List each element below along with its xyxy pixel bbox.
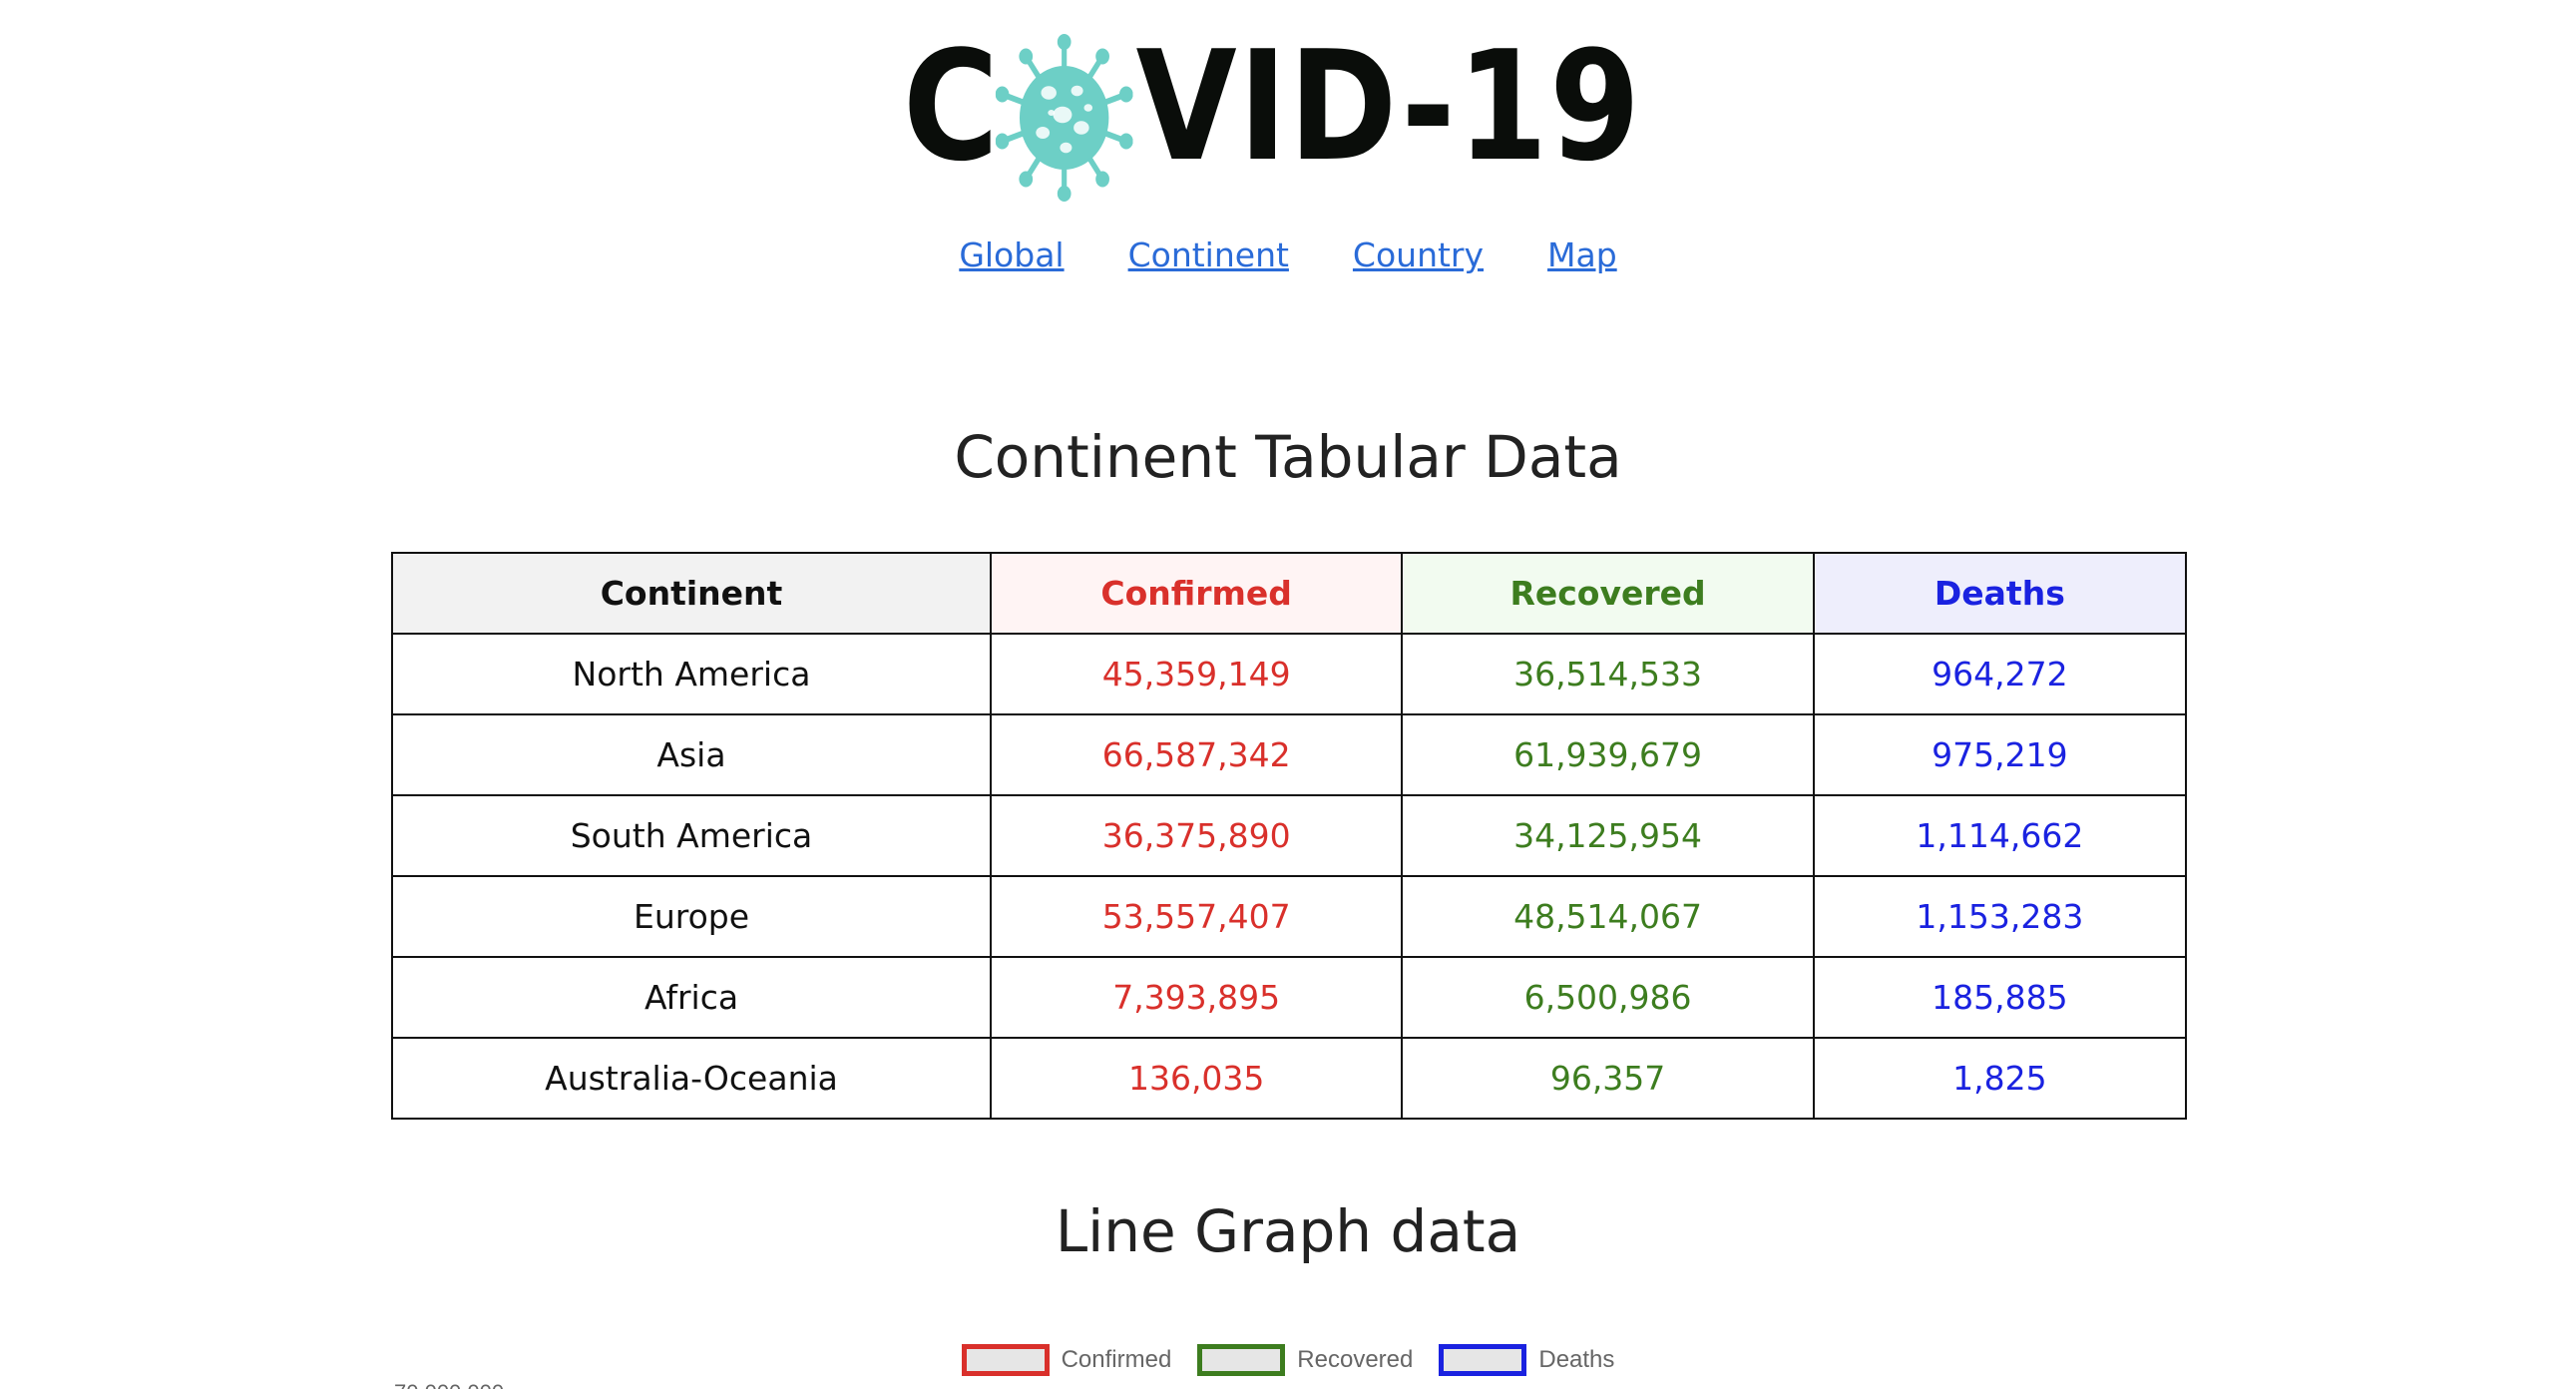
legend-label-deaths: Deaths	[1538, 1346, 1615, 1373]
cell-deaths: 1,153,283	[1812, 875, 2188, 958]
table-header-row: Continent Confirmed Recovered Deaths	[391, 552, 2188, 635]
legend-swatch-recovered	[1197, 1344, 1286, 1376]
cell-confirmed: 66,587,342	[989, 713, 1404, 796]
header-continent: Continent	[391, 552, 992, 635]
chart-legend: Confirmed Recovered Deaths	[0, 1344, 2576, 1376]
nav-link-continent[interactable]: Continent	[1128, 235, 1289, 274]
continent-table: Continent Confirmed Recovered Deaths Nor…	[391, 552, 2188, 1120]
cell-confirmed: 7,393,895	[989, 956, 1404, 1039]
cell-deaths: 975,219	[1812, 713, 2188, 796]
logo-letter-c: C	[903, 18, 1001, 196]
table-row: Africa 7,393,895 6,500,986 185,885	[391, 956, 2188, 1039]
cell-continent: Africa	[391, 956, 992, 1039]
legend-label-recovered: Recovered	[1297, 1346, 1414, 1373]
table-row: Australia-Oceania 136,035 96,357 1,825	[391, 1037, 2188, 1120]
cell-continent: Europe	[391, 875, 992, 958]
cell-continent: North America	[391, 633, 992, 715]
cell-continent: South America	[391, 794, 992, 877]
table-section-title: Continent Tabular Data	[954, 423, 1622, 491]
cell-confirmed: 36,375,890	[989, 794, 1404, 877]
table-row: Europe 53,557,407 48,514,067 1,153,283	[391, 875, 2188, 958]
cell-confirmed: 53,557,407	[989, 875, 1404, 958]
cell-recovered: 96,357	[1401, 1037, 1815, 1120]
legend-label-confirmed: Confirmed	[1061, 1346, 1172, 1373]
cell-deaths: 1,825	[1812, 1037, 2188, 1120]
table-row: Asia 66,587,342 61,939,679 975,219	[391, 713, 2188, 796]
y-tick-label: 70,000,000	[394, 1380, 504, 1389]
header-recovered: Recovered	[1401, 552, 1815, 635]
nav-link-country[interactable]: Country	[1353, 235, 1484, 274]
legend-item-recovered[interactable]: Recovered	[1197, 1344, 1413, 1376]
cell-confirmed: 136,035	[989, 1037, 1404, 1120]
page: C VID-19 Global Continent Country Map Co…	[0, 0, 2576, 1389]
cell-continent: Asia	[391, 713, 992, 796]
cell-deaths: 185,885	[1812, 956, 2188, 1039]
table-row: South America 36,375,890 34,125,954 1,11…	[391, 794, 2188, 877]
logo-wordmark: C VID-19	[903, 31, 1642, 203]
cell-deaths: 964,272	[1812, 633, 2188, 715]
main-nav: Global Continent Country Map	[0, 235, 2576, 274]
legend-item-confirmed[interactable]: Confirmed	[961, 1344, 1172, 1376]
cell-recovered: 48,514,067	[1401, 875, 1815, 958]
cell-recovered: 36,514,533	[1401, 633, 1815, 715]
cell-continent: Australia-Oceania	[391, 1037, 992, 1120]
virus-icon	[995, 33, 1133, 202]
nav-link-map[interactable]: Map	[1547, 235, 1617, 274]
cell-recovered: 6,500,986	[1401, 956, 1815, 1039]
legend-swatch-confirmed	[961, 1344, 1050, 1376]
nav-link-global[interactable]: Global	[959, 235, 1064, 274]
table-row: North America 45,359,149 36,514,533 964,…	[391, 633, 2188, 715]
header-confirmed: Confirmed	[989, 552, 1404, 635]
legend-item-deaths[interactable]: Deaths	[1439, 1344, 1614, 1376]
cell-recovered: 61,939,679	[1401, 713, 1815, 796]
cell-recovered: 34,125,954	[1401, 794, 1815, 877]
logo-letters-vid19: VID-19	[1135, 18, 1642, 196]
header-deaths: Deaths	[1812, 552, 2188, 635]
cell-confirmed: 45,359,149	[989, 633, 1404, 715]
legend-swatch-deaths	[1439, 1344, 1527, 1376]
covid-logo: C VID-19	[903, 31, 1762, 203]
cell-deaths: 1,114,662	[1812, 794, 2188, 877]
chart-section-title: Line Graph data	[1055, 1197, 1521, 1265]
